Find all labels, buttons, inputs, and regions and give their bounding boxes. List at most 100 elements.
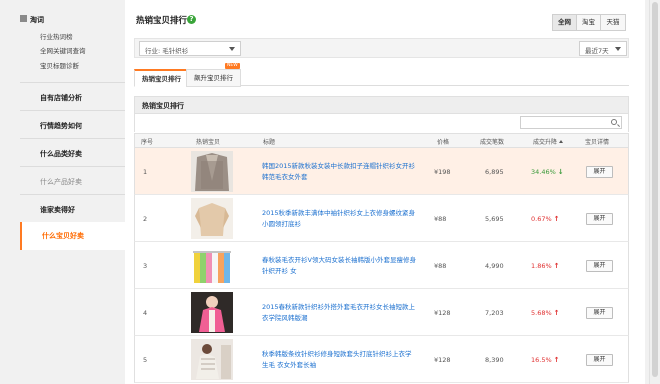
rank: 3 (143, 262, 148, 270)
rank: 4 (143, 309, 148, 317)
category-select-value: 行业: 毛针织衫 (145, 47, 189, 55)
box-search-bar (134, 114, 629, 132)
deal-count: 4,990 (485, 262, 504, 270)
th-count: 成交笔数 (480, 139, 505, 146)
expand-button[interactable]: 展开 (586, 213, 613, 225)
chevron-down-icon (615, 47, 621, 51)
rank: 5 (143, 356, 148, 364)
arrow-up-icon: ↑ (553, 309, 560, 317)
sidebar-item-category[interactable]: 什么品类好卖 (40, 149, 82, 159)
sidebar-sub-keyword-query[interactable]: 全网关键词查询 (40, 45, 86, 55)
sidebar-sub-hotwords[interactable]: 行业热词榜 (40, 31, 73, 41)
deal-count: 7,203 (485, 309, 504, 317)
price: ¥128 (434, 309, 451, 317)
divider (20, 138, 125, 139)
product-thumbnail[interactable] (191, 198, 233, 239)
sidebar-item-seller[interactable]: 谁家卖得好 (40, 205, 75, 215)
deal-count: 5,695 (485, 215, 504, 223)
scope-tmall[interactable]: 天猫 (601, 15, 625, 30)
deal-rate-value: 1.86% (531, 262, 552, 270)
arrow-up-icon: ↑ (553, 356, 560, 364)
sidebar-item-trend[interactable]: 行情趋势如何 (40, 121, 82, 131)
product-title-link[interactable]: 秋季韩版条纹针织衫修身短款套头打底针织衫上衣学生毛 衣女外套长袖 (262, 349, 416, 371)
scope-switch: 全网 淘宝 天猫 (552, 14, 626, 31)
product-thumbnail[interactable] (191, 339, 233, 380)
deal-rate-value: 34.46% (531, 168, 556, 176)
th-detail: 宝贝详情 (585, 139, 610, 146)
search-input[interactable] (520, 116, 622, 129)
expand-button[interactable]: 展开 (586, 260, 613, 272)
sidebar-item-product[interactable]: 什么产品好卖 (40, 177, 82, 187)
deal-rate: 0.67% ↑ (531, 215, 560, 223)
table-header: 序号 热销宝贝 标题 价格 成交笔数 成交升降 宝贝详情 (134, 133, 629, 148)
box-header: 热销宝贝排行 (134, 96, 629, 114)
sort-icon[interactable] (559, 140, 564, 143)
expand-button[interactable]: 展开 (586, 354, 613, 366)
box-title: 热销宝贝排行 (142, 102, 184, 110)
new-badge: NEW (225, 63, 240, 69)
sidebar-head-label: 淘词 (30, 16, 44, 24)
price: ¥128 (434, 356, 451, 364)
rank: 1 (143, 168, 148, 176)
period-select-value: 最近7天 (585, 47, 609, 55)
price: ¥88 (434, 215, 447, 223)
sidebar: 淘词 行业热词榜 全网关键词查询 宝贝标题诊断 自有店铺分析 行情趋势如何 什么… (0, 0, 128, 384)
menu-square-icon (20, 15, 27, 22)
divider (20, 166, 125, 167)
product-thumbnail[interactable] (191, 292, 233, 333)
product-thumbnail[interactable] (191, 245, 233, 286)
tab-rising-ranking[interactable]: 飙升宝贝排行 (186, 69, 241, 87)
help-icon[interactable]: ? (187, 15, 196, 24)
tab-bar: 热销宝贝排行 飙升宝贝排行 NEW (134, 63, 629, 87)
category-select[interactable]: 行业: 毛针织衫 (139, 41, 241, 56)
filter-bar: 行业: 毛针织衫 最近7天 (134, 38, 629, 58)
scope-taobao[interactable]: 淘宝 (577, 15, 601, 30)
sidebar-head[interactable]: 淘词 (20, 15, 44, 25)
expand-button[interactable]: 展开 (586, 307, 613, 319)
page-title: 热销宝贝排行 (136, 16, 188, 26)
product-title-link[interactable]: 韩国2015新款秋装女装中长款扣子连帽针织衫女开衫 韩范毛衣女外套 (262, 161, 416, 183)
table-row: 3 春秋装毛衣开衫V领大码女装长袖韩版小外套显瘦修身 针织开衫 女 ¥88 4,990… (134, 242, 629, 289)
expand-button[interactable]: 展开 (586, 166, 613, 178)
product-title-link[interactable]: 2015秋季新款丰满体中袖针织衫女上衣修身螺纹紧身 小圆领打底衫 (262, 208, 416, 230)
arrow-down-icon: ↓ (557, 168, 564, 176)
th-title: 标题 (263, 139, 276, 146)
th-rate[interactable]: 成交升降 (533, 137, 564, 146)
sidebar-sub-title-diagnosis[interactable]: 宝贝标题诊断 (40, 60, 79, 70)
deal-rate: 1.86% ↑ (531, 262, 560, 270)
price: ¥88 (434, 262, 447, 270)
sidebar-item-active[interactable]: 什么宝贝好卖 (20, 222, 128, 250)
main-panel: 热销宝贝排行 ? 全网 淘宝 天猫 行业: 毛针织衫 最近7天 热销宝贝排行 飙… (125, 0, 645, 384)
deal-rate-value: 16.5% (531, 356, 552, 364)
chevron-down-icon (229, 47, 235, 51)
price: ¥198 (434, 168, 451, 176)
th-product: 热销宝贝 (196, 139, 221, 146)
product-title-link[interactable]: 2015春秋新款针织衫外搭外套毛衣开衫女长袖短款上 衣学院风韩版潮 (262, 302, 416, 324)
table-row: 2 2015秋季新款丰满体中袖针织衫女上衣修身螺纹紧身 小圆领打底衫 ¥88 5,69… (134, 195, 629, 242)
rank: 2 (143, 215, 148, 223)
sidebar-item-own-shop[interactable]: 自有店铺分析 (40, 93, 82, 103)
tab-hot-ranking[interactable]: 热销宝贝排行 (134, 69, 189, 87)
scope-all[interactable]: 全网 (553, 15, 577, 30)
period-select[interactable]: 最近7天 (579, 41, 627, 56)
scrollbar-thumb[interactable] (652, 2, 658, 377)
deal-rate: 16.5% ↑ (531, 356, 560, 364)
arrow-up-icon: ↑ (553, 215, 560, 223)
divider (20, 110, 125, 111)
sidebar-active-label: 什么宝贝好卖 (42, 232, 84, 240)
table-row: 5 秋季韩版条纹针织衫修身短款套头打底针织衫上衣学生毛 衣女外套长袖 ¥128 8,3… (134, 336, 629, 383)
deal-count: 8,390 (485, 356, 504, 364)
table-row: 4 2015春秋新款针织衫外搭外套毛衣开衫女长袖短款上 衣学院风韩版潮 ¥128 7,… (134, 289, 629, 336)
search-icon[interactable] (611, 119, 617, 125)
product-title-link[interactable]: 春秋装毛衣开衫V领大码女装长袖韩版小外套显瘦修身 针织开衫 女 (262, 255, 416, 277)
divider (20, 194, 125, 195)
scrollbar[interactable] (649, 0, 660, 384)
th-rank: 序号 (141, 139, 154, 146)
table-row: 1 韩国2015新款秋装女装中长款扣子连帽针织衫女开衫 韩范毛衣女外套 ¥198 6,… (134, 148, 629, 195)
deal-rate-value: 5.68% (531, 309, 552, 317)
arrow-up-icon: ↑ (553, 262, 560, 270)
th-rate-label: 成交升降 (533, 139, 558, 146)
deal-rate-value: 0.67% (531, 215, 552, 223)
product-thumbnail[interactable] (191, 151, 233, 192)
deal-count: 6,895 (485, 168, 504, 176)
